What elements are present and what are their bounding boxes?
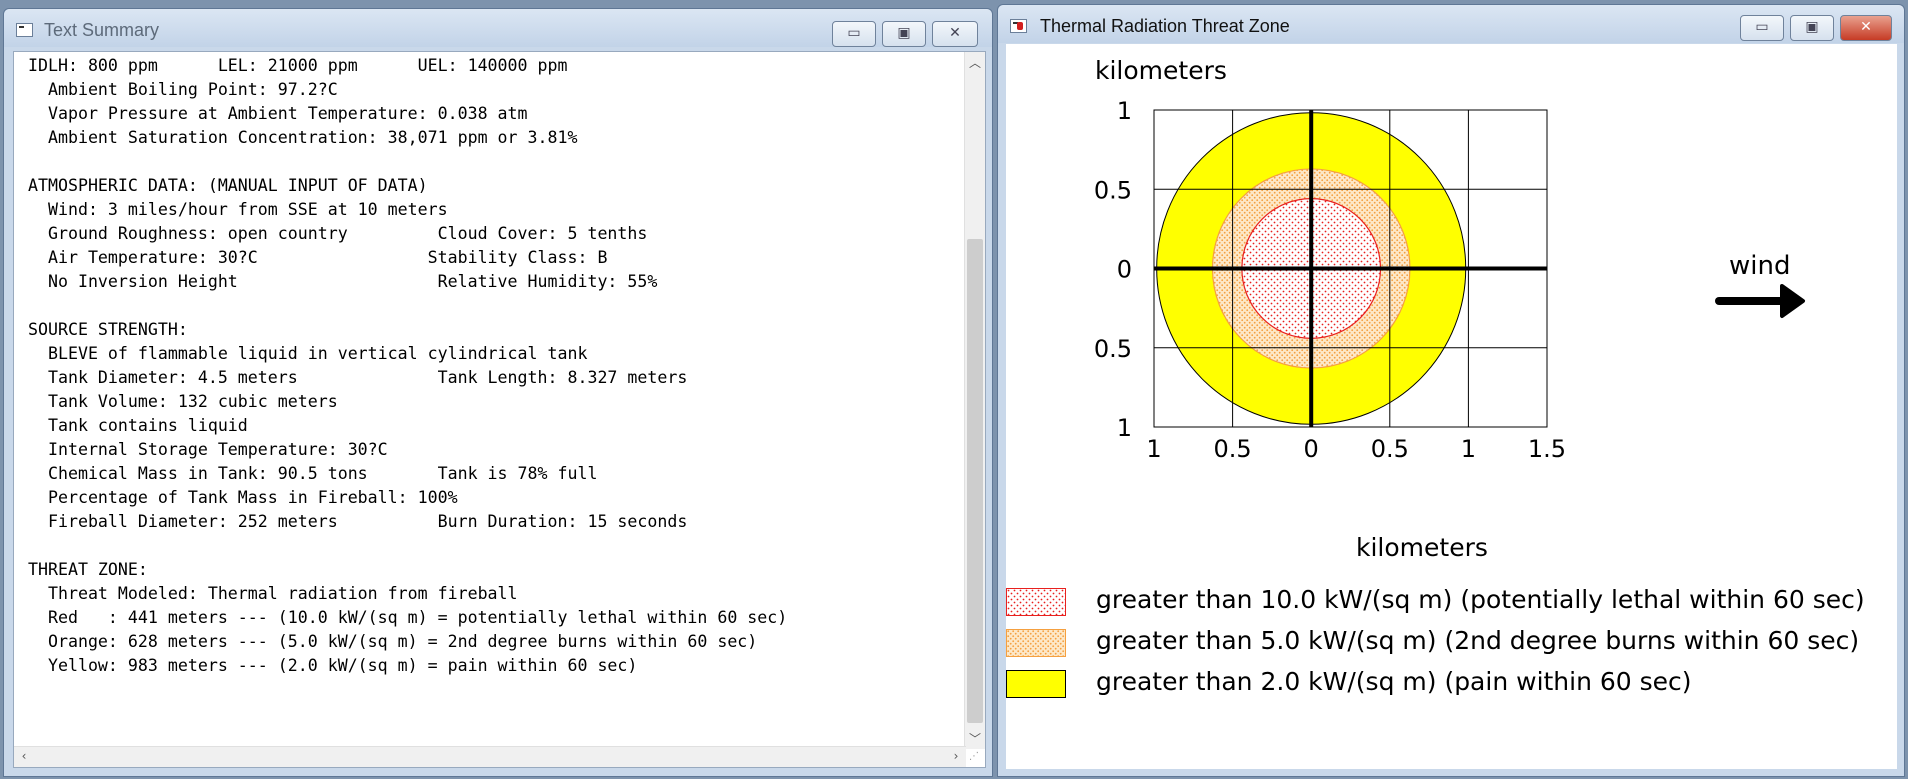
x-tick-label: 1 — [1146, 435, 1161, 463]
scroll-left-arrow-icon[interactable]: ‹ — [14, 749, 34, 763]
scroll-right-arrow-icon[interactable]: › — [946, 749, 966, 763]
legend-label-orange: greater than 5.0 kW/(sq m) (2nd degree b… — [1096, 626, 1860, 655]
vertical-scroll-thumb[interactable] — [967, 239, 983, 723]
summary-line: IDLH: 800 ppm LEL: 21000 ppm UEL: 140000… — [28, 56, 568, 75]
horizontal-scrollbar[interactable]: ‹ › — [14, 746, 966, 767]
legend-label-red: greater than 10.0 kW/(sq m) (potentially… — [1096, 585, 1865, 614]
summary-line: Red : 441 meters --- (10.0 kW/(sq m) = p… — [28, 608, 788, 627]
summary-line: SOURCE STRENGTH: — [28, 320, 188, 339]
summary-line: Ambient Boiling Point: 97.2?C — [28, 80, 338, 99]
text-summary-window: Text Summary ▭ ▣ ✕ IDLH: 800 ppm LEL: 21… — [3, 8, 993, 777]
legend-item-orange: greater than 5.0 kW/(sq m) (2nd degree b… — [1006, 626, 1897, 660]
summary-line: Wind: 3 miles/hour from SSE at 10 meters — [28, 200, 448, 219]
resize-grip-icon[interactable]: ⋰ — [969, 751, 983, 765]
y-tick-label: 1 — [1117, 414, 1132, 442]
threat-zone-plot: 10.500.511 0.5 0 0.5 1 1.5 — [1094, 97, 1805, 463]
threat-zone-window: Thermal Radiation Threat Zone ▭ ▣ ✕ 1 0.5… — [997, 4, 1905, 777]
maximize-button[interactable]: ▣ — [1790, 15, 1834, 41]
wind-arrow-icon — [1780, 284, 1805, 318]
legend-swatch-yellow — [1006, 670, 1066, 698]
summary-line: THREAT ZONE: — [28, 560, 148, 579]
x-tick-label: 1 — [1461, 435, 1476, 463]
x-axis-title: kilometers — [1356, 533, 1488, 562]
legend-item-yellow: greater than 2.0 kW/(sq m) (pain within … — [1006, 667, 1897, 701]
vertical-scrollbar[interactable]: ︿ ﹀ — [964, 52, 985, 749]
summary-line: ATMOSPHERIC DATA: (MANUAL INPUT OF DATA) — [28, 176, 428, 195]
close-button[interactable]: ✕ — [932, 21, 978, 47]
threat-zone-client: 1 0.5 0 0.5 1 1 0.5 0 0.5 1 1.5 kilometers kilomet… — [1006, 44, 1897, 769]
window-title: Thermal Radiation Threat Zone — [1040, 16, 1290, 36]
summary-line: Chemical Mass in Tank: 90.5 tons Tank is… — [28, 464, 598, 483]
legend-swatch-orange — [1006, 629, 1066, 657]
text-summary-titlebar[interactable]: Text Summary ▭ ▣ ✕ — [4, 9, 992, 47]
minimize-button[interactable]: ▭ — [1740, 15, 1784, 41]
summary-line: Fireball Diameter: 252 meters Burn Durat… — [28, 512, 688, 531]
window-app-icon — [16, 23, 33, 37]
legend-item-red: greater than 10.0 kW/(sq m) (potentially… — [1006, 585, 1897, 619]
summary-line: Internal Storage Temperature: 30?C — [28, 440, 388, 459]
x-tick-label: 0.5 — [1214, 435, 1252, 463]
scroll-up-arrow-icon[interactable]: ︿ — [965, 54, 985, 71]
y-tick-label: 1 — [1117, 97, 1132, 125]
y-axis-title: kilometers — [1095, 56, 1227, 85]
summary-line: Ground Roughness: open country Cloud Cov… — [28, 224, 648, 243]
x-tick-label: 0 — [1304, 435, 1319, 463]
summary-line — [28, 294, 966, 318]
summary-line: Tank contains liquid — [28, 416, 248, 435]
x-tick-label: 0.5 — [1371, 435, 1409, 463]
summary-text-area[interactable]: IDLH: 800 ppm LEL: 21000 ppm UEL: 140000… — [14, 52, 966, 749]
minimize-button[interactable]: ▭ — [832, 21, 876, 47]
summary-line: Ambient Saturation Concentration: 38,071… — [28, 128, 578, 147]
maximize-button[interactable]: ▣ — [882, 21, 926, 47]
y-tick-label: 0.5 — [1094, 335, 1132, 363]
summary-line — [28, 150, 966, 174]
summary-line: Percentage of Tank Mass in Fireball: 100… — [28, 488, 458, 507]
window-app-icon — [1010, 19, 1027, 33]
summary-line: Vapor Pressure at Ambient Temperature: 0… — [28, 104, 528, 123]
summary-line: No Inversion Height Relative Humidity: 5… — [28, 272, 658, 291]
legend-label-yellow: greater than 2.0 kW/(sq m) (pain within … — [1096, 667, 1692, 696]
wind-label: wind — [1729, 251, 1791, 281]
y-tick-label: 0 — [1117, 256, 1132, 284]
summary-line: Tank Diameter: 4.5 meters Tank Length: 8… — [28, 368, 688, 387]
window-title: Text Summary — [44, 20, 160, 40]
summary-line: Tank Volume: 132 cubic meters — [28, 392, 338, 411]
summary-line: Threat Modeled: Thermal radiation from f… — [28, 584, 518, 603]
legend-swatch-red — [1006, 588, 1066, 616]
summary-line: Orange: 628 meters --- (5.0 kW/(sq m) = … — [28, 632, 758, 651]
close-button[interactable]: ✕ — [1840, 15, 1892, 41]
y-tick-label: 0.5 — [1094, 176, 1132, 204]
summary-line — [28, 534, 966, 558]
summary-line: Air Temperature: 30?C Stability Class: B — [28, 248, 608, 267]
x-tick-label: 1.5 — [1528, 435, 1566, 463]
summary-line: BLEVE of flammable liquid in vertical cy… — [28, 344, 588, 363]
scroll-down-arrow-icon[interactable]: ﹀ — [965, 730, 985, 747]
text-summary-client: IDLH: 800 ppm LEL: 21000 ppm UEL: 140000… — [13, 51, 986, 768]
threat-zone-titlebar[interactable]: Thermal Radiation Threat Zone ▭ ▣ ✕ — [998, 5, 1904, 43]
summary-line: Yellow: 983 meters --- (2.0 kW/(sq m) = … — [28, 656, 638, 675]
